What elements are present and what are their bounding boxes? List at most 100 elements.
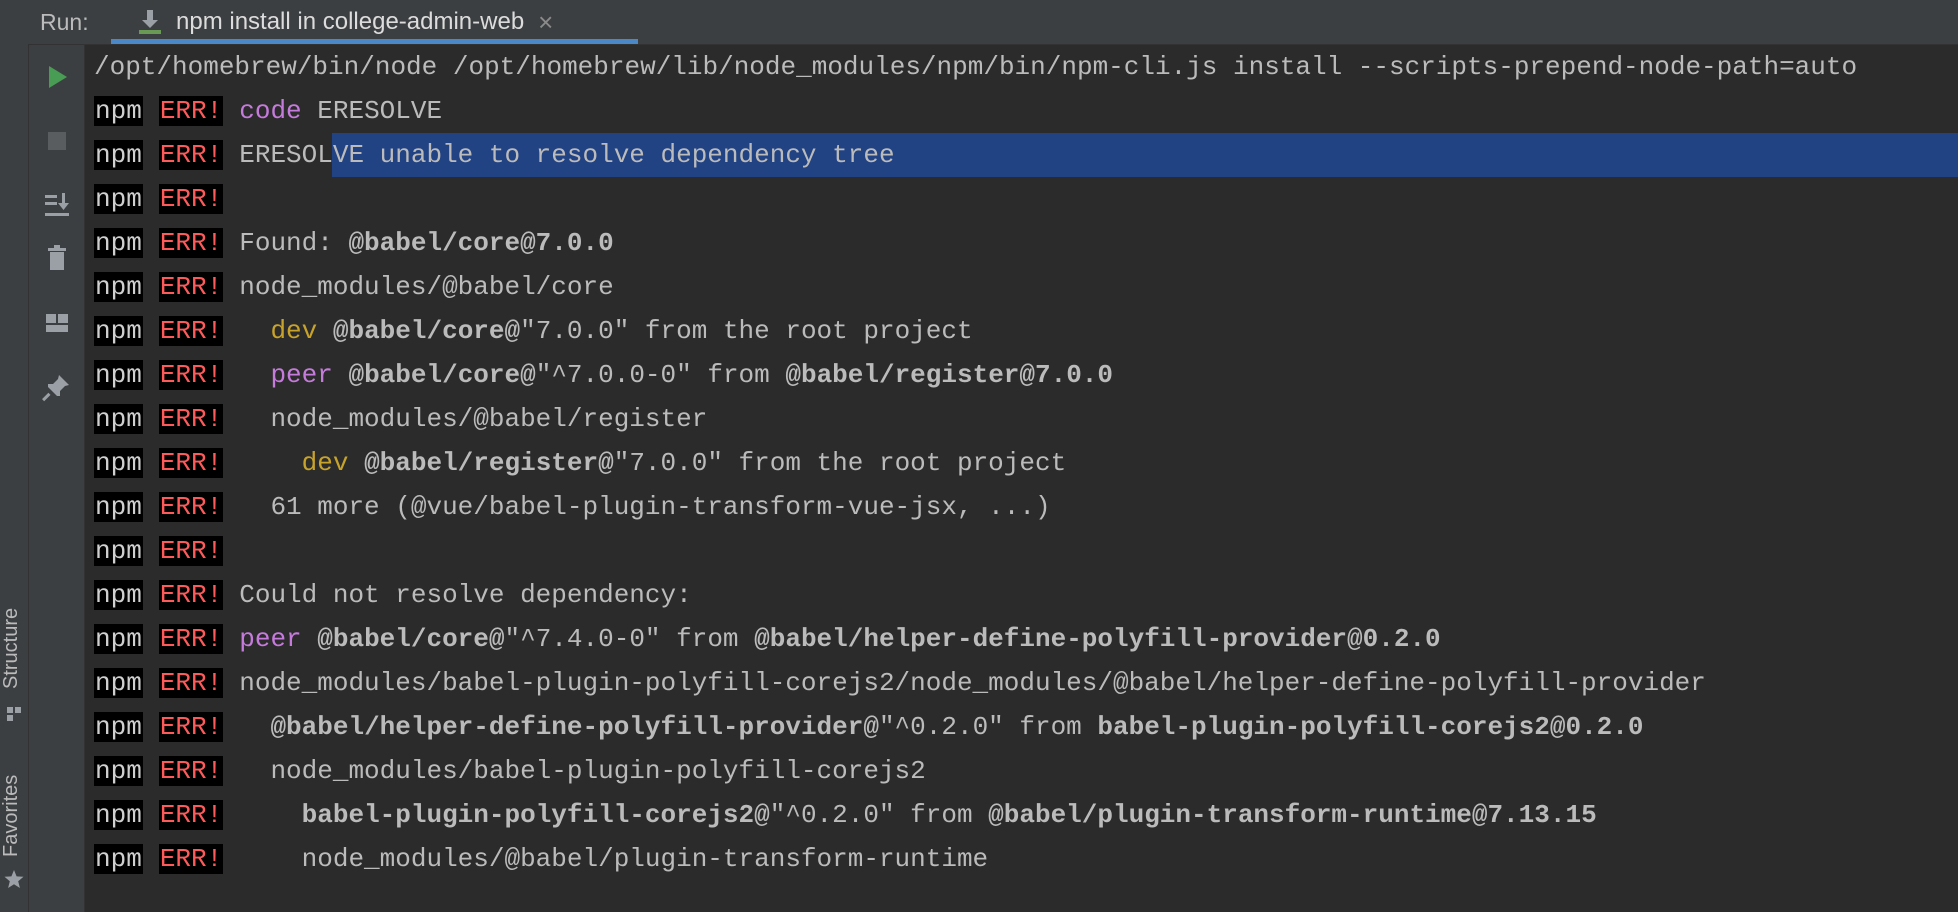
pin-icon[interactable] (41, 371, 73, 403)
package-name: @babel/register@7.0.0 (785, 360, 1114, 390)
package-name: @babel/helper-define-polyfill-provider@ (270, 712, 879, 742)
console-line: npm ERR! 61 more (@vue/babel-plugin-trans… (94, 485, 1958, 529)
npm-prefix: npm (94, 580, 143, 610)
err-prefix: ERR! (158, 404, 224, 434)
err-prefix: ERR! (158, 316, 224, 346)
package-name: babel-plugin-polyfill-corejs2@ (301, 800, 770, 830)
err-prefix: ERR! (158, 360, 224, 390)
active-tab-indicator (111, 39, 638, 44)
console-output[interactable]: /opt/homebrew/bin/node /opt/homebrew/lib… (85, 45, 1958, 912)
package-name: babel-plugin-polyfill-corejs2@0.2.0 (1097, 712, 1644, 742)
line-text: "7.0.0" from the root project (520, 316, 973, 346)
npm-install-icon (139, 10, 161, 34)
structure-icon[interactable] (3, 703, 25, 725)
console-line: npm ERR! (94, 177, 1958, 221)
line-text: node_modules/@babel/core (239, 272, 614, 302)
layout-icon[interactable] (41, 307, 73, 339)
run-tool-header: Run: npm install in college-admin-web × (28, 0, 1958, 45)
console-line: npm ERR! dev @babel/core@"7.0.0" from the… (94, 309, 1958, 353)
npm-prefix: npm (94, 536, 143, 566)
line-text: Found: (239, 228, 349, 258)
line-text: 61 more (@vue/babel-plugin-transform-vue… (239, 492, 1051, 522)
code-keyword: code (239, 96, 302, 126)
line-text: "7.0.0" from the root project (613, 448, 1067, 478)
npm-prefix: npm (94, 712, 143, 742)
err-prefix: ERR! (158, 140, 224, 170)
package-name: @babel/core@ (317, 316, 521, 346)
dev-keyword: dev (301, 448, 349, 478)
favorites-tab[interactable]: Favorites (0, 768, 28, 864)
err-prefix: ERR! (158, 844, 224, 874)
package-name: @babel/core@7.0.0 (348, 228, 614, 258)
npm-prefix: npm (94, 492, 143, 522)
line-text: node_modules/@babel/plugin-transform-run… (239, 844, 989, 874)
console-line: npm ERR! node_modules/babel-plugin-polyfi… (94, 749, 1958, 793)
stop-icon[interactable] (41, 125, 73, 157)
scroll-to-end-icon[interactable] (41, 189, 73, 221)
err-prefix: ERR! (158, 580, 224, 610)
line-text: Could not resolve dependency: (239, 580, 692, 610)
console-line: npm ERR! peer @babel/core@"^7.0.0-0" from… (94, 353, 1958, 397)
npm-prefix: npm (94, 624, 143, 654)
err-prefix: ERR! (158, 448, 224, 478)
line-text: "^0.2.0" from (769, 800, 989, 830)
line-text: node_modules/@babel/register (239, 404, 708, 434)
trash-icon[interactable] (41, 242, 73, 274)
line-text: "^7.4.0-0" from (504, 624, 755, 654)
run-label: Run: (40, 9, 89, 35)
line-text: "^0.2.0" from (878, 712, 1098, 742)
npm-prefix: npm (94, 448, 143, 478)
err-prefix: ERR! (158, 96, 224, 126)
command-text: /opt/homebrew/bin/node /opt/homebrew/lib… (94, 52, 1858, 82)
err-prefix: ERR! (158, 272, 224, 302)
error-code: ERESOLVE (301, 96, 443, 126)
err-prefix: ERR! (158, 712, 224, 742)
console-line: npm ERR! node_modules/@babel/plugin-trans… (94, 837, 1958, 881)
package-name: @babel/helper-define-polyfill-provider@0… (754, 624, 1441, 654)
console-line: npm ERR! babel-plugin-polyfill-corejs2@"^… (94, 793, 1958, 837)
console-line: npm ERR! code ERESOLVE (94, 89, 1958, 133)
line-text: "^7.0.0-0" from (535, 360, 786, 390)
err-prefix: ERR! (158, 800, 224, 830)
npm-prefix: npm (94, 316, 143, 346)
run-tab-npm-install[interactable]: npm install in college-admin-web × (111, 0, 638, 44)
npm-prefix: npm (94, 184, 143, 214)
npm-prefix: npm (94, 272, 143, 302)
err-prefix: ERR! (158, 756, 224, 786)
package-name: @babel/plugin-transform-runtime@7.13.15 (988, 800, 1597, 830)
console-line: npm ERR! peer @babel/core@"^7.4.0-0" from … (94, 617, 1958, 661)
npm-prefix: npm (94, 140, 143, 170)
left-tool-stripe: Structure Favorites (0, 0, 29, 912)
peer-keyword: peer (239, 624, 302, 654)
selected-text: ERESOLVE unable to resolve dependency tr… (239, 140, 895, 170)
close-tab-icon[interactable]: × (538, 9, 553, 35)
err-prefix: ERR! (158, 492, 224, 522)
npm-prefix: npm (94, 96, 143, 126)
err-prefix: ERR! (158, 536, 224, 566)
console-line: npm ERR! node_modules/babel-plugin-polyfil… (94, 661, 1958, 705)
npm-prefix: npm (94, 800, 143, 830)
play-icon[interactable] (41, 61, 73, 93)
package-name: @babel/core@ (332, 360, 536, 390)
npm-prefix: npm (94, 756, 143, 786)
peer-keyword: peer (270, 360, 333, 390)
star-icon[interactable] (3, 868, 25, 890)
err-prefix: ERR! (158, 184, 224, 214)
npm-prefix: npm (94, 404, 143, 434)
npm-prefix: npm (94, 228, 143, 258)
structure-tab[interactable]: Structure (0, 600, 28, 696)
npm-prefix: npm (94, 844, 143, 874)
npm-prefix: npm (94, 360, 143, 390)
err-prefix: ERR! (158, 668, 224, 698)
package-name: @babel/register@ (348, 448, 614, 478)
console-line: npm ERR! (94, 529, 1958, 573)
run-toolbar (29, 45, 85, 912)
dev-keyword: dev (270, 316, 318, 346)
err-prefix: ERR! (158, 228, 224, 258)
console-line: npm ERR! Found: @babel/core@7.0.0 (94, 221, 1958, 265)
